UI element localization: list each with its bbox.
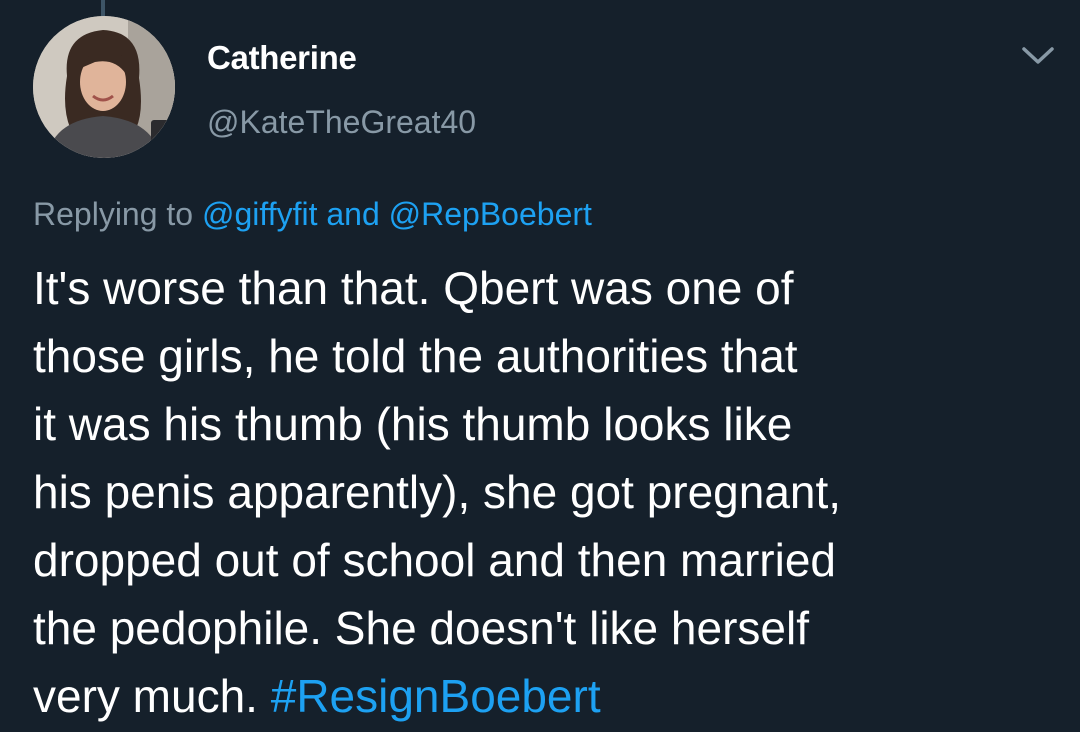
- avatar[interactable]: [33, 16, 175, 158]
- replying-to-label: Replying to: [33, 196, 202, 232]
- tweet-line: his penis apparently), she got pregnant,: [33, 466, 842, 518]
- author-block: Catherine @KateTheGreat40: [207, 38, 476, 142]
- tweet-line: dropped out of school and then married: [33, 534, 836, 586]
- tweet-text: It's worse than that. Qbert was one of t…: [33, 254, 1073, 730]
- reply-joiner: and: [317, 196, 389, 232]
- author-handle[interactable]: @KateTheGreat40: [207, 102, 476, 142]
- thread-connector-line: [101, 0, 105, 16]
- tweet-line-last: very much. #ResignBoebert: [33, 662, 1073, 730]
- reply-context: Replying to @giffyfit and @RepBoebert: [33, 192, 592, 236]
- tweet-line: It's worse than that. Qbert was one of: [33, 262, 794, 314]
- hashtag-link[interactable]: #ResignBoebert: [271, 670, 601, 722]
- mention-link-giffyfit[interactable]: @giffyfit: [202, 196, 317, 232]
- tweet-line-text: very much.: [33, 670, 271, 722]
- mention-link-repboebert[interactable]: @RepBoebert: [389, 196, 592, 232]
- tweet-line: those girls, he told the authorities tha…: [33, 330, 798, 382]
- tweet-line: it was his thumb (his thumb looks like: [33, 398, 793, 450]
- chevron-down-icon[interactable]: [1018, 40, 1058, 70]
- tweet-line: the pedophile. She doesn't like herself: [33, 602, 809, 654]
- profile-photo: [33, 16, 175, 158]
- author-display-name[interactable]: Catherine: [207, 38, 476, 78]
